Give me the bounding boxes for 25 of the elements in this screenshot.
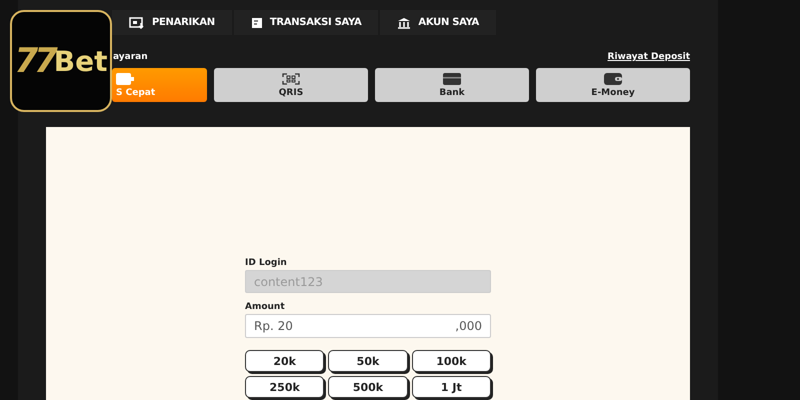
amount-field[interactable]: Rp. 20 ,000 (245, 314, 491, 338)
nav-tab[interactable]: TRANSAKSI SAYA (234, 10, 378, 35)
qr-scan-icon (282, 72, 300, 84)
amount-preset-button[interactable]: 500k (328, 376, 408, 398)
battery-icon (116, 72, 134, 84)
bank-icon (397, 16, 412, 28)
nav-tab[interactable]: AKUN SAYA (380, 10, 496, 35)
payment-method-tab[interactable]: E-Money (536, 68, 690, 102)
payment-method-tab[interactable]: Bank (375, 68, 529, 102)
amount-preset-button[interactable]: 100k (412, 350, 491, 372)
nav-tab[interactable]: PENARIKAN (112, 10, 232, 35)
amount-preset-button[interactable]: 50k (328, 350, 408, 372)
field-label: ID Login (245, 258, 288, 268)
card-icon (443, 72, 461, 84)
amount-preset-button[interactable]: 20k (245, 350, 324, 372)
amount-preset-button[interactable]: 1 Jt (412, 376, 491, 398)
document-icon (250, 16, 263, 28)
withdraw-icon (129, 16, 145, 28)
payment-method-tab[interactable]: QRIS (214, 68, 368, 102)
history-link[interactable]: Riwayat Deposit (608, 52, 690, 62)
field-label: Amount (245, 302, 286, 312)
wallet-icon (604, 72, 622, 84)
amount-preset-button[interactable]: 250k (245, 376, 324, 398)
logo: 77Bet (10, 10, 112, 112)
section-label: ayaran (113, 52, 148, 62)
